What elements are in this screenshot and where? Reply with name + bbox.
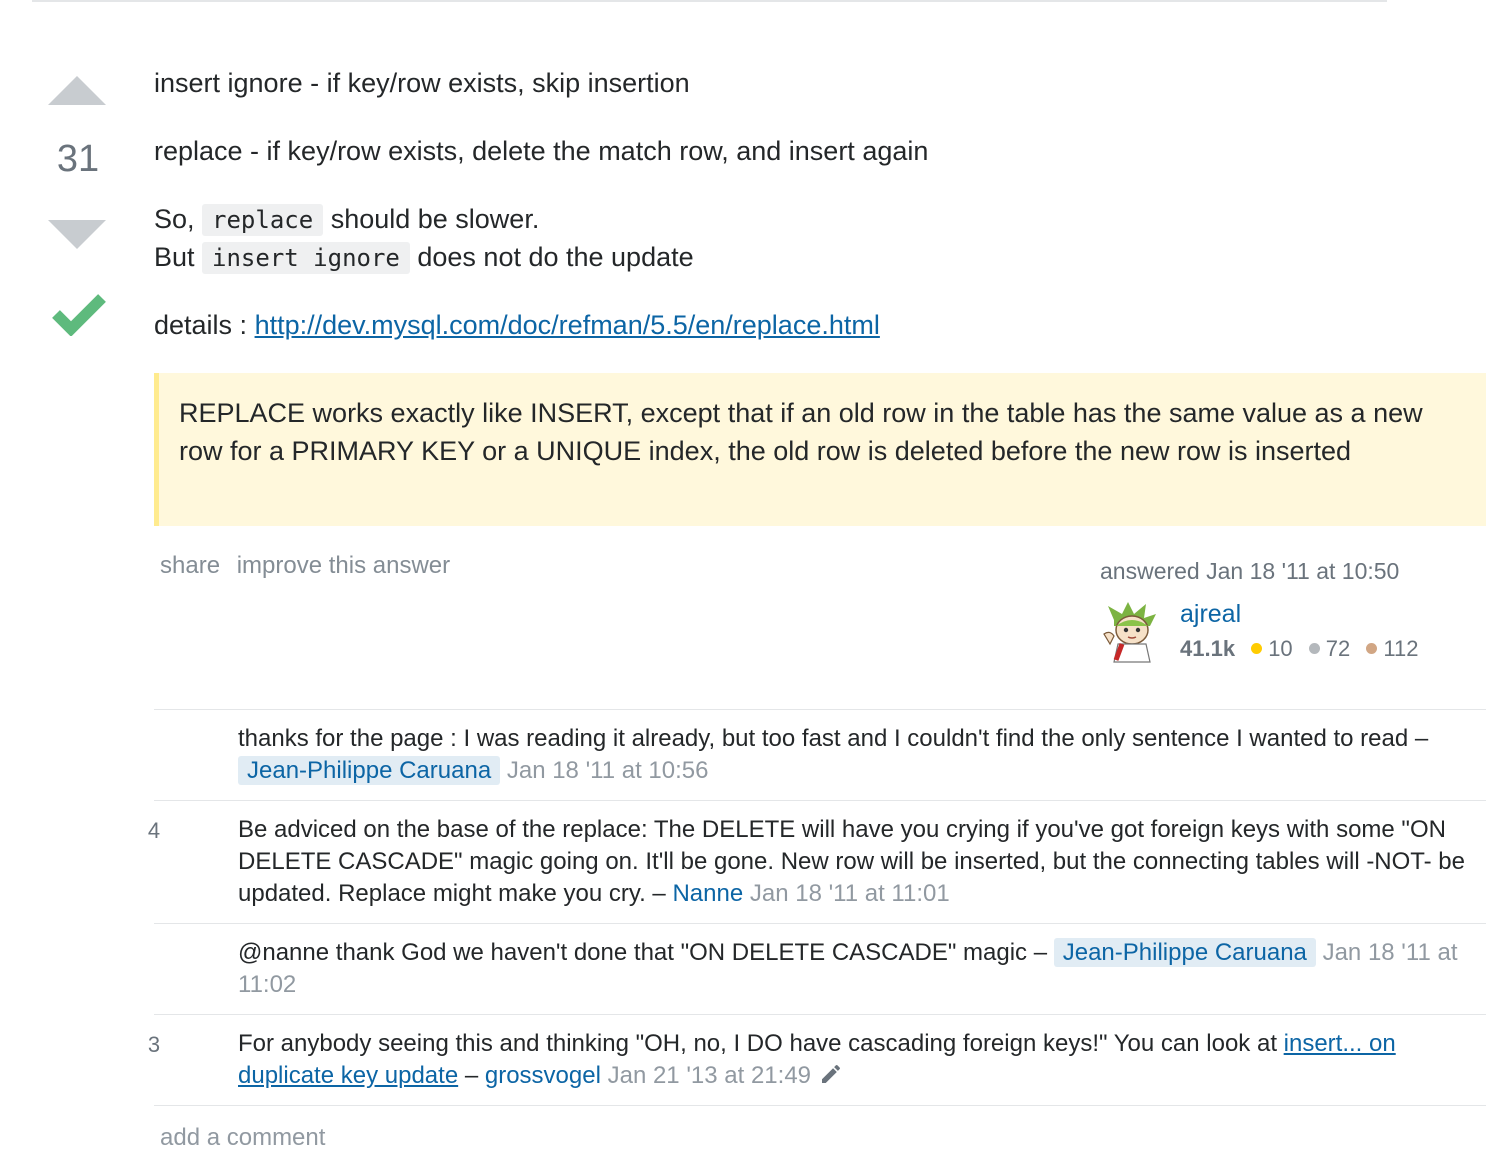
user-avatar-icon[interactable] — [1100, 600, 1164, 664]
gold-badges: 10 — [1251, 636, 1293, 661]
comment-text: For anybody seeing this and thinking "OH… — [238, 1030, 1284, 1057]
reputation-score: 41.1k — [1180, 636, 1236, 661]
user-signature: answered Jan 18 '11 at 10:50 ajreal 41.1… — [1100, 558, 1480, 664]
comment-body: thanks for the page : I was reading it a… — [238, 710, 1468, 800]
post-line: details : http://dev.mysql.com/doc/refma… — [154, 306, 880, 344]
upvote-arrow-icon[interactable] — [48, 76, 106, 105]
comment-dash: – — [645, 880, 673, 907]
text-fragment: So, — [154, 204, 203, 234]
comment-date[interactable]: Jan 21 '13 at 21:49 — [608, 1062, 811, 1089]
share-link[interactable]: share — [160, 552, 220, 579]
comment-date[interactable]: Jan 18 '11 at 10:56 — [507, 757, 709, 784]
text-fragment: should be slower. — [323, 204, 540, 234]
edited-pencil-icon — [822, 1064, 841, 1083]
inline-code: insert ignore — [202, 242, 410, 274]
comments-list: thanks for the page : I was reading it a… — [148, 709, 1486, 1106]
user-name-link[interactable]: ajreal — [1180, 600, 1241, 629]
comment-text: thanks for the page : I was reading it a… — [238, 725, 1409, 752]
comment-user-link[interactable]: Nanne — [672, 880, 743, 907]
downvote-arrow-icon[interactable] — [48, 220, 106, 249]
comment: @nanne thank God we haven't done that "O… — [154, 923, 1486, 1014]
comment-dash: – — [458, 1062, 485, 1089]
comment-body: @nanne thank God we haven't done that "O… — [238, 924, 1468, 1014]
vote-count: 31 — [56, 138, 100, 180]
silver-badges: 72 — [1308, 636, 1351, 661]
comment-text: @nanne thank God we haven't done that "O… — [238, 939, 1028, 966]
add-comment-link[interactable]: add a comment — [160, 1124, 325, 1152]
accepted-checkmark-icon — [52, 294, 106, 336]
comment-body: Be adviced on the base of the replace: T… — [238, 801, 1468, 923]
user-flair: 41.1k 10 72 112 — [1180, 636, 1428, 662]
bronze-badge-icon — [1366, 643, 1378, 654]
top-divider — [32, 0, 1387, 2]
gold-badge-count: 10 — [1268, 636, 1293, 661]
comment: thanks for the page : I was reading it a… — [154, 709, 1486, 800]
silver-badge-count: 72 — [1325, 636, 1351, 661]
post-menu: share improve this answer — [160, 552, 460, 580]
post-line: insert ignore - if key/row exists, skip … — [154, 68, 690, 98]
comment: 3 For anybody seeing this and thinking "… — [148, 1014, 1486, 1106]
silver-badge-icon — [1308, 643, 1320, 654]
comment-dash: – — [1408, 725, 1429, 752]
details-link[interactable]: http://dev.mysql.com/doc/refman/5.5/en/r… — [255, 310, 880, 340]
bronze-badge-count: 112 — [1383, 636, 1419, 661]
comment-body: For anybody seeing this and thinking "OH… — [238, 1015, 1468, 1105]
inline-code: replace — [202, 204, 324, 236]
post-line: So, replace should be slower. — [154, 200, 539, 239]
text-fragment: But — [154, 242, 203, 272]
comment-user-link[interactable]: grossvogel — [485, 1062, 601, 1089]
comment-score: 4 — [147, 818, 161, 843]
comment-user-link[interactable]: Jean-Philippe Caruana — [1053, 938, 1316, 967]
comment-score: 3 — [147, 1032, 161, 1057]
blockquote: REPLACE works exactly like INSERT, excep… — [154, 373, 1486, 526]
bronze-badges: 112 — [1366, 636, 1418, 661]
details-label: details : — [154, 310, 255, 340]
post-line: replace - if key/row exists, delete the … — [154, 136, 929, 166]
post-line: But insert ignore does not do the update — [154, 238, 694, 277]
comment-dash: – — [1027, 939, 1054, 966]
improve-answer-link[interactable]: improve this answer — [237, 552, 450, 579]
gold-badge-icon — [1251, 643, 1263, 654]
comment: 4 Be adviced on the base of the replace:… — [148, 800, 1486, 923]
text-fragment: does not do the update — [409, 242, 694, 272]
answered-time: answered Jan 18 '11 at 10:50 — [1100, 558, 1400, 584]
comment-date[interactable]: Jan 18 '11 at 11:01 — [750, 880, 950, 907]
comment-user-link[interactable]: Jean-Philippe Caruana — [238, 756, 501, 785]
